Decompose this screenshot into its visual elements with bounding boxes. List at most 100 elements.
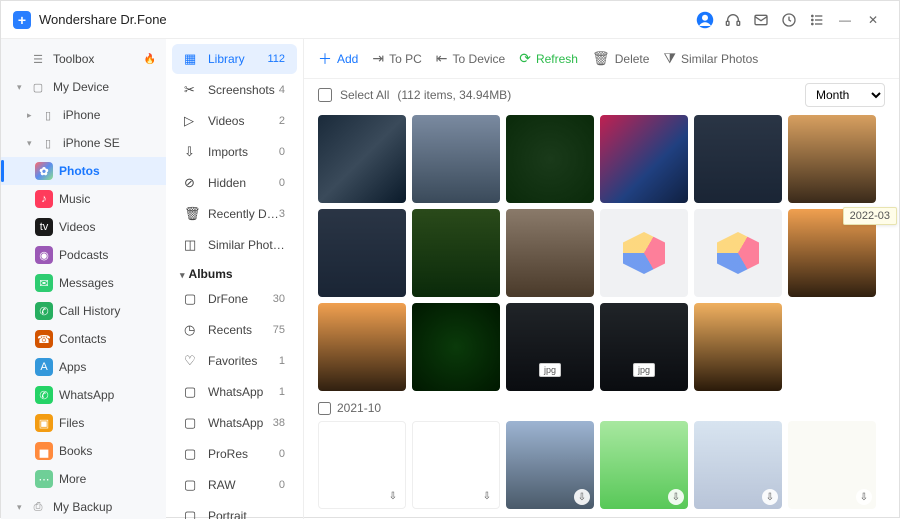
hot-badge: 🔥 bbox=[144, 54, 156, 65]
photo-thumb[interactable] bbox=[694, 209, 782, 297]
sidebar-item-files[interactable]: ▣Files bbox=[1, 409, 166, 437]
cat-label: Hidden bbox=[208, 176, 279, 190]
sidebar-label: Files bbox=[59, 416, 156, 430]
sidebar-iphone-se[interactable]: ▾▯ iPhone SE bbox=[1, 129, 166, 157]
sidebar-item-books[interactable]: ▅Books bbox=[1, 437, 166, 465]
cat-library[interactable]: ▦Library112 bbox=[172, 44, 297, 74]
item-summary: (112 items, 34.94MB) bbox=[397, 88, 511, 102]
similar-photos-button[interactable]: ⧩Similar Photos bbox=[663, 50, 758, 67]
photo-thumb[interactable] bbox=[694, 115, 782, 203]
user-account-icon[interactable] bbox=[691, 6, 719, 34]
sidebar-label: Apps bbox=[59, 360, 156, 374]
mail-icon[interactable] bbox=[747, 6, 775, 34]
btn-label: Similar Photos bbox=[681, 52, 758, 66]
sidebar-item-podcasts[interactable]: ◉Podcasts bbox=[1, 241, 166, 269]
photo-thumb[interactable] bbox=[694, 303, 782, 391]
to-device-button[interactable]: ⇤To Device bbox=[436, 50, 505, 67]
sidebar-label: Messages bbox=[59, 276, 156, 290]
library-icon: ▦ bbox=[184, 51, 200, 67]
to-pc-button[interactable]: ⇥To PC bbox=[372, 50, 421, 67]
photo-thumb[interactable] bbox=[600, 115, 688, 203]
album-prores[interactable]: ▢ProRes0 bbox=[172, 439, 297, 469]
download-icon[interactable]: ⇩ bbox=[574, 489, 590, 505]
photo-grid-scroll[interactable]: jpg jpg 2022-03 2021-10 ⇩ ⇩ ⇩ ⇩ ⇩ ⇩ bbox=[304, 111, 899, 519]
photo-thumb[interactable]: ⇩ bbox=[600, 421, 688, 509]
content-area: ＋Add ⇥To PC ⇤To Device ⟳Refresh 🗑Delete … bbox=[304, 39, 899, 519]
close-button[interactable]: ✕ bbox=[859, 6, 887, 34]
photo-thumb[interactable] bbox=[506, 115, 594, 203]
sidebar-iphone[interactable]: ▸▯ iPhone bbox=[1, 101, 166, 129]
photo-thumb[interactable]: ⇩ bbox=[412, 421, 500, 509]
cat-label: Library bbox=[208, 52, 267, 66]
cat-screenshots[interactable]: ✂Screenshots4 bbox=[172, 75, 297, 105]
select-all-checkbox[interactable] bbox=[318, 88, 332, 102]
refresh-button[interactable]: ⟳Refresh bbox=[519, 50, 578, 67]
sidebar-item-videos[interactable]: tvVideos bbox=[1, 213, 166, 241]
sidebar-item-music[interactable]: ♪Music bbox=[1, 185, 166, 213]
action-toolbar: ＋Add ⇥To PC ⇤To Device ⟳Refresh 🗑Delete … bbox=[304, 39, 899, 79]
download-icon[interactable]: ⇩ bbox=[385, 488, 401, 504]
cat-label: WhatsApp bbox=[208, 416, 273, 430]
sidebar-item-messages[interactable]: ✉ Messages bbox=[1, 269, 166, 297]
photo-thumb[interactable] bbox=[318, 209, 406, 297]
sidebar-item-contacts[interactable]: ☎Contacts bbox=[1, 325, 166, 353]
apps-icon: A bbox=[35, 358, 53, 376]
sidebar-mydevice[interactable]: ▾▢ My Device bbox=[1, 73, 166, 101]
delete-button[interactable]: 🗑Delete bbox=[592, 50, 649, 67]
sidebar-item-more[interactable]: ⋯More bbox=[1, 465, 166, 493]
month-section-header[interactable]: 2021-10 bbox=[318, 401, 885, 415]
minimize-button[interactable]: — bbox=[831, 6, 859, 34]
cat-count: 75 bbox=[273, 324, 285, 336]
download-icon[interactable]: ⇩ bbox=[762, 489, 778, 505]
photo-thumb[interactable] bbox=[318, 303, 406, 391]
photo-thumb[interactable]: ⇩ bbox=[506, 421, 594, 509]
download-icon[interactable]: ⇩ bbox=[856, 489, 872, 505]
cat-imports[interactable]: ⇩Imports0 bbox=[172, 137, 297, 167]
sidebar-item-apps[interactable]: A Apps bbox=[1, 353, 166, 381]
cat-videos[interactable]: ▷Videos2 bbox=[172, 106, 297, 136]
sidebar-item-call-history[interactable]: ✆Call History bbox=[1, 297, 166, 325]
photo-thumb[interactable] bbox=[506, 209, 594, 297]
photo-thumb[interactable] bbox=[412, 115, 500, 203]
photo-thumb[interactable]: ⇩ bbox=[318, 421, 406, 509]
btn-label: Refresh bbox=[536, 52, 578, 66]
photo-thumb[interactable] bbox=[788, 115, 876, 203]
history-icon[interactable] bbox=[775, 6, 803, 34]
album-whatsapp-2[interactable]: ▢WhatsApp38 bbox=[172, 408, 297, 438]
photo-thumb[interactable]: jpg bbox=[506, 303, 594, 391]
sidebar-item-whatsapp[interactable]: ✆WhatsApp bbox=[1, 381, 166, 409]
messages-icon: ✉ bbox=[35, 274, 53, 292]
album-portrait[interactable]: ▢Portrait bbox=[172, 501, 297, 519]
photo-thumb[interactable] bbox=[600, 209, 688, 297]
add-button[interactable]: ＋Add bbox=[318, 49, 358, 69]
photo-thumb[interactable]: jpg bbox=[600, 303, 688, 391]
photo-thumb[interactable] bbox=[412, 209, 500, 297]
group-by-select[interactable]: Month bbox=[805, 83, 885, 107]
cat-similar-photos[interactable]: ◫Similar Photos bbox=[172, 230, 297, 260]
photo-thumb[interactable] bbox=[318, 115, 406, 203]
section-checkbox[interactable] bbox=[318, 402, 331, 415]
photos-icon: ✿ bbox=[35, 162, 53, 180]
sidebar-toolbox[interactable]: ☰ Toolbox 🔥 bbox=[1, 45, 166, 73]
contacts-icon: ☎ bbox=[35, 330, 53, 348]
headset-icon[interactable] bbox=[719, 6, 747, 34]
photo-thumb[interactable]: ⇩ bbox=[694, 421, 782, 509]
list-icon[interactable] bbox=[803, 6, 831, 34]
album-raw[interactable]: ▢RAW0 bbox=[172, 470, 297, 500]
cat-hidden[interactable]: ⊘Hidden0 bbox=[172, 168, 297, 198]
sidebar-item-photos[interactable]: ✿Photos bbox=[1, 157, 166, 185]
cat-recently-deleted[interactable]: 🗑Recently Delet…3 bbox=[172, 199, 297, 229]
sidebar-mybackup[interactable]: ▾⎙ My Backup bbox=[1, 493, 166, 519]
albums-header[interactable]: ▾Albums bbox=[166, 261, 303, 283]
album-recents[interactable]: ◷Recents75 bbox=[172, 315, 297, 345]
photo-thumb[interactable]: ⇩ bbox=[788, 421, 876, 509]
album-drfone[interactable]: ▢DrFone30 bbox=[172, 284, 297, 314]
download-icon[interactable]: ⇩ bbox=[668, 489, 684, 505]
heart-icon: ♡ bbox=[184, 353, 200, 369]
cat-label: Recents bbox=[208, 323, 273, 337]
album-favorites[interactable]: ♡Favorites1 bbox=[172, 346, 297, 376]
download-icon[interactable]: ⇩ bbox=[479, 488, 495, 504]
photo-thumb[interactable] bbox=[412, 303, 500, 391]
album-whatsapp-1[interactable]: ▢WhatsApp1 bbox=[172, 377, 297, 407]
screenshots-icon: ✂ bbox=[184, 82, 200, 98]
